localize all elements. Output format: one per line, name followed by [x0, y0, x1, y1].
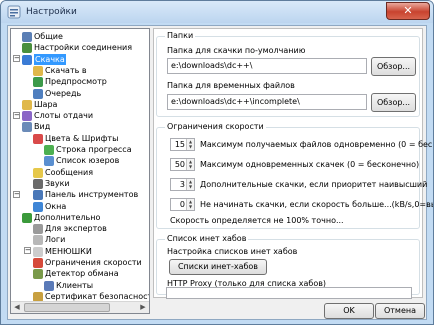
tree-item-label: Вид: [34, 122, 51, 132]
close-icon: ✕: [403, 4, 413, 17]
scroll-left-icon[interactable]: ◀: [11, 302, 23, 313]
temp-folder-label: Папка для временных файлов: [167, 81, 295, 90]
speed-threshold-spinner[interactable]: 0 ▲ ▼: [170, 198, 195, 211]
browse-default-button[interactable]: Обзор...: [371, 57, 416, 76]
cheat-detector-icon: [33, 269, 43, 280]
max-downloads-label: Максимум одновременных скачек (0 = беско…: [200, 160, 420, 169]
spinner-value: 50: [174, 160, 185, 169]
advanced-icon: [22, 212, 32, 223]
tree-item-label: Общие: [34, 32, 63, 41]
speed-limits-group: Ограничения скорости 15 ▲ ▼ Максимум получ…: [156, 122, 433, 229]
scroll-thumb[interactable]: [24, 303, 110, 312]
dialog-body: − − − − − ОбщиеНастройки соединенияСкачк…: [7, 25, 433, 320]
settings-panel: Папки Папка для скачки по-умолчанию e:\d…: [153, 28, 433, 299]
spinner-arrows-icon[interactable]: ▲ ▼: [186, 139, 194, 150]
tree-item-label: Сообщения: [45, 167, 94, 177]
tree-item-label: Дополнительно: [34, 212, 101, 222]
title-bar[interactable]: Настройки ✕: [1, 1, 433, 23]
folders-group: Папки Папка для скачки по-умолчанию e:\d…: [156, 31, 420, 117]
toolbar-icon: [33, 190, 43, 201]
window-title: Настройки: [26, 7, 77, 17]
hub-lists-button[interactable]: Списки инет-хабов: [169, 259, 267, 275]
spinner-arrows-icon[interactable]: ▲ ▼: [186, 199, 194, 210]
folder-icon: [33, 65, 43, 76]
tree-item-label: Клиенты: [56, 280, 94, 290]
spinner-arrows-icon[interactable]: ▲ ▼: [186, 159, 194, 170]
extra-downloads-spinner[interactable]: 3 ▲ ▼: [170, 178, 195, 191]
default-folder-field[interactable]: e:\downloads\dc++\: [167, 58, 367, 74]
tree-item-label: Скачать в: [45, 65, 87, 75]
ok-button[interactable]: OK: [324, 303, 374, 319]
app-icon: [7, 5, 21, 19]
speed-limit-icon: [33, 258, 43, 268]
speed-group-title: Ограничения скорости: [165, 122, 266, 131]
cancel-button[interactable]: Отмена: [375, 303, 425, 319]
spinner-value: 3: [179, 180, 185, 189]
tree-item-label: Скачка: [34, 53, 66, 65]
settings-tree[interactable]: − − − − − ОбщиеНастройки соединенияСкачк…: [10, 28, 150, 314]
windows-icon: [33, 201, 43, 212]
max-downloads-spinner[interactable]: 50 ▲ ▼: [170, 158, 195, 171]
collapse-advanced-toggle[interactable]: −: [13, 191, 20, 198]
max-files-spinner[interactable]: 15 ▲ ▼: [170, 138, 195, 151]
spinner-value: 0: [179, 200, 185, 209]
upload-slots-icon: [22, 111, 32, 122]
tree-item-label: Цвета & Шрифты: [45, 133, 119, 143]
preview-icon: [33, 77, 43, 88]
sounds-icon: [33, 178, 43, 189]
browse-temp-button[interactable]: Обзор...: [371, 93, 416, 112]
tree-item-label: Очередь: [45, 88, 82, 98]
scroll-right-icon[interactable]: ▶: [137, 302, 149, 313]
collapse-cheat-detector-toggle[interactable]: −: [24, 247, 31, 254]
temp-folder-field[interactable]: e:\downloads\dc++\incomplete\: [167, 94, 367, 110]
spinner-value: 15: [174, 140, 185, 149]
progress-bar-icon: [44, 145, 54, 155]
close-button[interactable]: ✕: [386, 2, 430, 20]
default-folder-label: Папка для скачки по-умолчанию: [167, 46, 306, 55]
connection-icon: [22, 43, 32, 54]
collapse-view-toggle[interactable]: −: [13, 112, 20, 119]
tree-item-label: Настройки соединения: [34, 43, 133, 53]
hub-config-label: Настройка списков инет хабов: [167, 247, 298, 256]
share-icon: [22, 99, 32, 110]
http-proxy-field[interactable]: [166, 287, 412, 299]
colors-fonts-icon: [33, 133, 43, 144]
tree-item-label: Панель инструментов: [45, 190, 139, 200]
menus-icon: [33, 246, 43, 257]
speed-note: Скорость определяется не 100% точно...: [170, 216, 344, 225]
experts-icon: [33, 224, 43, 235]
tree-item-label: Окна: [45, 201, 67, 211]
queue-icon: [33, 88, 43, 99]
tree-item-label: Предпросмотр: [45, 77, 107, 87]
tree-item-label: Слоты отдачи: [34, 111, 94, 121]
tree-item-label: МЕНЮШКИ: [45, 246, 92, 256]
tree-horizontal-scrollbar[interactable]: ◀ ▶: [11, 301, 149, 313]
tree-item-label: Список юзеров: [56, 156, 120, 166]
user-list-icon: [44, 156, 54, 167]
tree-item-label: Ограничения скорости: [45, 258, 142, 267]
download-icon: [22, 54, 32, 65]
collapse-download-toggle[interactable]: −: [13, 55, 20, 62]
tree-item-label: Шара: [34, 99, 58, 109]
settings-window: Настройки ✕ − − − − − ОбщиеНастройки сое…: [0, 0, 434, 325]
messages-icon: [33, 167, 43, 178]
hubs-group-title: Список инет хабов: [165, 234, 249, 243]
view-icon: [22, 122, 32, 133]
tree-item-label: Звуки: [45, 178, 70, 188]
tree-item-label: Детектор обмана: [45, 269, 119, 279]
speed-threshold-label: Не начинать скачки, если скорость больше…: [200, 200, 434, 209]
tree-item-label: Для экспертов: [45, 224, 107, 234]
tree-item-label: Логи: [45, 235, 66, 245]
extra-downloads-label: Дополнительные скачки, если приоритет на…: [200, 180, 428, 189]
tree-item-label: Строка прогресса: [56, 145, 132, 154]
spinner-arrows-icon[interactable]: ▲ ▼: [186, 179, 194, 190]
general-icon: [22, 32, 32, 42]
logs-icon: [33, 235, 43, 246]
clients-icon: [44, 280, 54, 291]
max-files-label: Максимум получаемых файлов одновременно …: [200, 140, 433, 149]
folders-group-title: Папки: [165, 31, 196, 40]
